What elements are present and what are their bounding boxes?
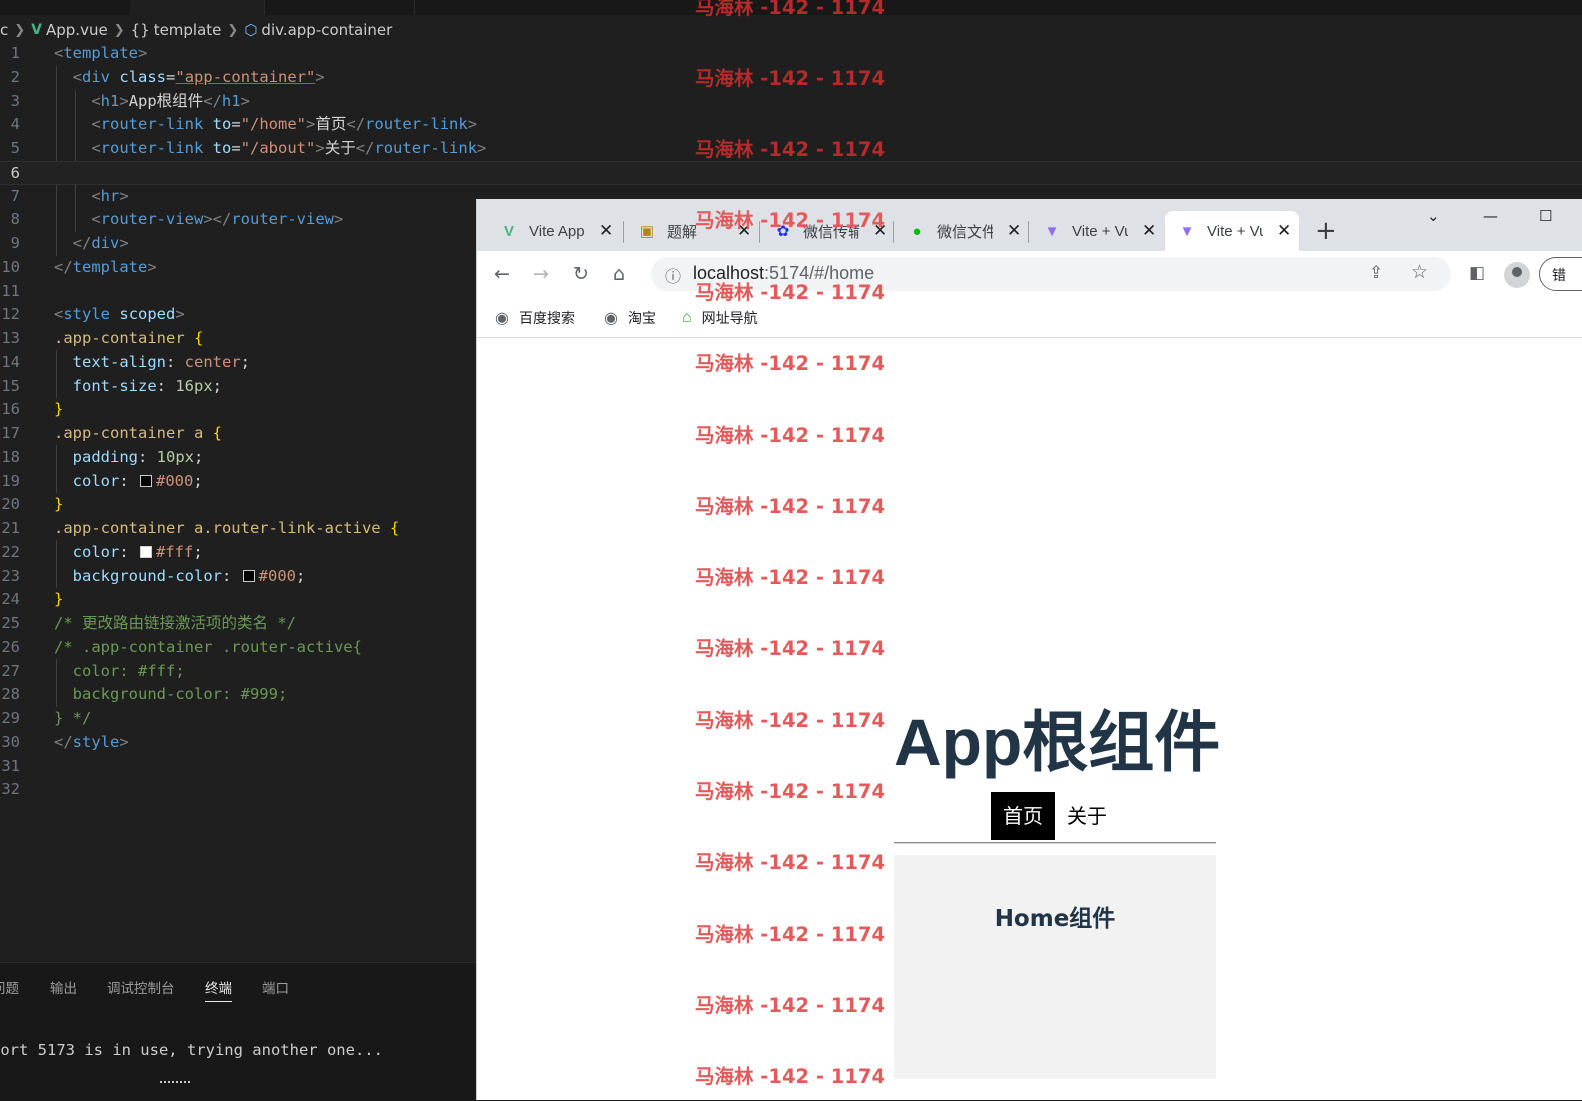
tab-ports[interactable]: 端口 — [262, 977, 289, 997]
breadcrumb-template[interactable]: template — [154, 21, 222, 39]
watermark-text: 马海林 -142 - 1174 — [695, 851, 886, 874]
home-icon[interactable]: ⌂ — [613, 263, 625, 285]
error-button[interactable]: 错 — [1539, 257, 1582, 291]
close-icon[interactable]: ✕ — [1277, 221, 1291, 241]
reload-icon[interactable]: ↻ — [573, 263, 589, 285]
breadcrumb-file[interactable]: App.vue — [46, 21, 108, 39]
watermark-text: 马海林 -142 - 1174 — [695, 138, 886, 161]
tab-problems[interactable]: 问题 — [0, 977, 19, 997]
watermark-text: 马海林 -142 - 1174 — [695, 209, 886, 232]
chevron-right-icon: ❯ — [227, 22, 239, 38]
bottom-panel: 问题 输出 调试控制台 终端 端口 Port 5173 is in use, t… — [0, 962, 476, 1101]
watermark-text: 马海林 -142 - 1174 — [695, 709, 886, 732]
close-icon[interactable]: ✕ — [599, 221, 613, 241]
tab-terminal[interactable]: 终端 — [205, 977, 232, 1002]
home-component: Home组件 — [894, 855, 1216, 1079]
element-cube-icon: ⬡ — [244, 21, 258, 39]
new-tab-button[interactable]: + — [1315, 216, 1337, 246]
browser-tab[interactable]: ● 微信文件 ✕ — [907, 211, 1027, 251]
breadcrumb-root[interactable]: c — [0, 21, 8, 39]
vue-icon: V — [31, 22, 42, 38]
breadcrumb: c ❯ V App.vue ❯ {} template ❯ ⬡ div.app-… — [0, 18, 392, 42]
globe-icon: ◉ — [495, 310, 509, 327]
editor-tab-active[interactable] — [130, 0, 265, 15]
router-link-about[interactable]: 关于 — [1055, 792, 1119, 840]
watermark-text: 马海林 -142 - 1174 — [695, 637, 886, 660]
browser-tab[interactable]: V Vite App ✕ — [499, 211, 619, 251]
vite-icon: ▼ — [1044, 222, 1060, 240]
terminal-output[interactable]: Port 5173 is in use, trying another one.… — [0, 1041, 383, 1059]
watermark-text: 马海林 -142 - 1174 — [695, 0, 886, 19]
vue-icon: V — [503, 222, 514, 240]
maximize-icon[interactable]: ☐ — [1539, 207, 1552, 225]
browser-toolbar: ← → ↻ ⌂ ⓘ localhost:5174/#/home ⇪ ☆ ◧ 错 — [477, 251, 1582, 299]
tab-output[interactable]: 输出 — [50, 977, 77, 997]
bookmarks-bar: ◉ 百度搜索 ◉ 淘宝 ⌂ 网址导航 — [477, 299, 1582, 338]
tab-divider — [893, 221, 894, 243]
watermark-text: 马海林 -142 - 1174 — [695, 281, 886, 304]
code-line-active[interactable]: 6 — [0, 160, 1582, 185]
bookmark-item[interactable]: ◉ 百度搜索 — [495, 308, 575, 328]
watermark-text: 马海林 -142 - 1174 — [695, 1065, 886, 1088]
watermark-text: 马海林 -142 - 1174 — [695, 923, 886, 946]
braces-icon: {} — [130, 21, 150, 39]
watermark-text: 马海林 -142 - 1174 — [695, 424, 886, 447]
forward-icon[interactable]: → — [533, 263, 549, 285]
watermark-text: 马海林 -142 - 1174 — [695, 495, 886, 518]
profile-avatar-icon[interactable] — [1504, 262, 1530, 288]
browser-window: V Vite App ✕ ▣ 题解 ✕ ✿ 微信传输 ✕ ● 微信文件 ✕ ▼ … — [476, 199, 1582, 1100]
tab-divider — [623, 221, 624, 243]
nav-2345-icon: ⌂ — [682, 309, 692, 326]
back-icon[interactable]: ← — [494, 263, 510, 285]
info-icon[interactable]: ⓘ — [665, 263, 681, 287]
watermark-text: 马海林 -142 - 1174 — [695, 566, 886, 589]
watermark-text: 马海林 -142 - 1174 — [695, 780, 886, 803]
globe-icon: ◉ — [604, 310, 618, 327]
breadcrumb-element[interactable]: div.app-container — [261, 21, 392, 39]
browser-tab-active[interactable]: ▼ Vite + Vue ✕ — [1165, 211, 1299, 251]
bookmark-item[interactable]: ◉ 淘宝 — [604, 308, 656, 328]
editor-tab[interactable] — [264, 0, 415, 15]
color-swatch-icon[interactable] — [242, 569, 255, 582]
bookmark-item[interactable]: ⌂ 网址导航 — [682, 308, 758, 328]
page-title: App根组件 — [894, 705, 1221, 779]
watermark-text: 马海林 -142 - 1174 — [695, 994, 886, 1017]
watermark-text: 马海林 -142 - 1174 — [695, 67, 886, 90]
router-link-home[interactable]: 首页 — [991, 792, 1055, 840]
minimize-icon[interactable]: — — [1483, 207, 1498, 225]
color-swatch-icon[interactable] — [140, 545, 153, 558]
vite-icon: ▼ — [1179, 222, 1195, 240]
color-swatch-icon[interactable] — [140, 474, 153, 487]
tab-divider — [1028, 221, 1029, 243]
close-icon[interactable]: ✕ — [1007, 221, 1021, 241]
chevron-right-icon: ❯ — [14, 22, 26, 38]
side-panel-icon[interactable]: ◧ — [1469, 263, 1485, 283]
browser-tab-bar: V Vite App ✕ ▣ 题解 ✕ ✿ 微信传输 ✕ ● 微信文件 ✕ ▼ … — [477, 199, 1582, 251]
chevron-right-icon: ❯ — [113, 22, 125, 38]
leetcode-icon: ▣ — [639, 223, 655, 240]
bookmark-star-icon[interactable]: ☆ — [1411, 261, 1428, 283]
divider — [894, 842, 1216, 844]
code-line: 3 <h1>App根组件</h1> — [10, 91, 250, 110]
close-icon[interactable]: ✕ — [1142, 221, 1156, 241]
watermark-text: 马海林 -142 - 1174 — [695, 352, 886, 375]
router-links: 首页 关于 — [991, 792, 1119, 840]
share-icon[interactable]: ⇪ — [1369, 263, 1383, 283]
tab-debug-console[interactable]: 调试控制台 — [107, 977, 175, 997]
wechat-icon: ● — [912, 222, 922, 240]
tab-search-icon[interactable]: ⌄ — [1427, 207, 1440, 225]
home-component-title: Home组件 — [994, 906, 1116, 932]
browser-tab[interactable]: ▼ Vite + Vue ✕ — [1042, 211, 1162, 251]
terminal-cursor-line — [160, 1081, 190, 1086]
